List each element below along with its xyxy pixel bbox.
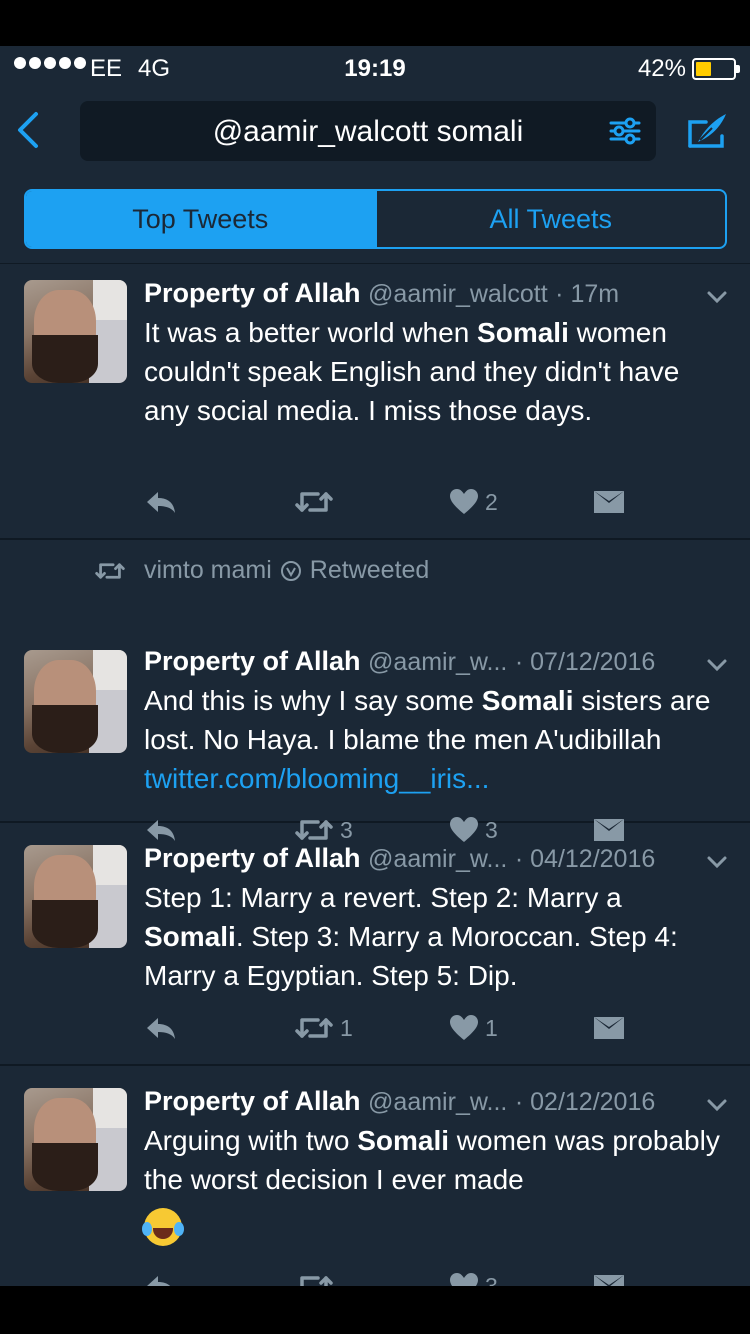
reply-icon <box>147 1018 175 1039</box>
retweet-button[interactable]: 1 <box>294 1008 353 1048</box>
author-name[interactable]: Property of Allah <box>144 278 361 308</box>
tweet-time: · 07/12/2016 <box>514 648 656 676</box>
heart-icon <box>450 489 478 514</box>
sliders-icon[interactable] <box>608 115 642 147</box>
reply-button[interactable] <box>144 1008 178 1048</box>
tears-of-joy-emoji-icon <box>142 1208 184 1246</box>
like-count: 2 <box>485 488 498 515</box>
author-name[interactable]: Property of Allah <box>144 843 361 873</box>
like-button[interactable]: 1 <box>449 1008 498 1048</box>
tweet-card[interactable]: vimto mami Retweeted Property of Allah @… <box>0 540 750 843</box>
tab-top-tweets[interactable]: Top Tweets <box>26 191 375 247</box>
tweet-actions: 1 1 <box>144 1008 644 1048</box>
author-handle[interactable]: @aamir_w... <box>368 648 507 676</box>
direct-message-icon <box>594 491 624 513</box>
verified-circle-icon <box>280 560 301 581</box>
tweet-header: Property of Allah @aamir_w... · 04/12/20… <box>144 843 655 874</box>
tweet-time: · 04/12/2016 <box>514 845 656 873</box>
direct-message-icon <box>594 1275 624 1286</box>
like-button[interactable]: 2 <box>449 482 498 522</box>
retweet-icon <box>300 1276 333 1286</box>
tab-all-tweets[interactable]: All Tweets <box>374 191 726 247</box>
bottom-letterbox <box>0 1286 750 1334</box>
search-input[interactable]: @aamir_walcott somali <box>80 101 656 161</box>
direct-message-button[interactable] <box>593 1266 625 1286</box>
like-button[interactable]: 3 <box>449 1266 498 1286</box>
direct-message-button[interactable] <box>593 482 625 522</box>
compose-tweet-icon[interactable] <box>684 110 730 152</box>
tweet-time: · 02/12/2016 <box>514 1088 656 1116</box>
twitter-search-screen: EE 4G 19:19 42% @aamir_walcott somali To… <box>0 46 750 1286</box>
direct-message-icon <box>594 1017 624 1039</box>
direct-message-button[interactable] <box>593 1008 625 1048</box>
tweet-header: Property of Allah @aamir_w... · 07/12/20… <box>144 646 655 677</box>
search-query-text: @aamir_walcott somali <box>212 115 524 148</box>
chevron-down-icon[interactable] <box>706 855 728 869</box>
retweet-attribution: vimto mami Retweeted <box>94 556 429 585</box>
avatar[interactable] <box>24 650 127 753</box>
tweet-card[interactable]: Property of Allah @aamir_w... · 02/12/20… <box>0 1066 750 1286</box>
retweet-count: 1 <box>340 1014 353 1041</box>
retweeter-name[interactable]: vimto mami <box>144 556 272 585</box>
author-handle[interactable]: @aamir_walcott <box>368 280 548 308</box>
tweet-text: And this is why I say some Somali sister… <box>144 685 711 794</box>
top-letterbox <box>0 0 750 46</box>
author-handle[interactable]: @aamir_w... <box>368 1088 507 1116</box>
tweet-link[interactable]: twitter.com/blooming__iris... <box>144 763 489 794</box>
chevron-down-icon[interactable] <box>706 290 728 304</box>
retweet-button[interactable] <box>294 1266 340 1286</box>
tweet-header: Property of Allah @aamir_w... · 02/12/20… <box>144 1086 655 1117</box>
tweet-text: Arguing with two Somali women was probab… <box>144 1125 720 1195</box>
author-handle[interactable]: @aamir_w... <box>368 845 507 873</box>
author-name[interactable]: Property of Allah <box>144 646 361 676</box>
avatar[interactable] <box>24 280 127 383</box>
heart-icon <box>450 1273 478 1286</box>
status-bar: EE 4G 19:19 42% <box>0 46 750 92</box>
author-name[interactable]: Property of Allah <box>144 1086 361 1116</box>
tweet-text: Step 1: Marry a revert. Step 2: Marry a … <box>144 882 678 991</box>
tweet-card[interactable]: Property of Allah @aamir_w... · 04/12/20… <box>0 823 750 1066</box>
retweet-icon <box>95 562 125 579</box>
chevron-left-icon[interactable] <box>14 110 44 150</box>
tweet-filter-tabs: Top Tweets All Tweets <box>24 189 727 249</box>
like-count: 1 <box>485 1014 498 1041</box>
battery-icon <box>692 58 740 80</box>
tweet-text: It was a better world when Somali women … <box>144 317 680 426</box>
battery-percent: 42% <box>637 55 686 82</box>
reply-button[interactable] <box>144 1266 178 1286</box>
retweet-button[interactable] <box>294 482 340 522</box>
like-count: 3 <box>485 1272 498 1287</box>
avatar[interactable] <box>24 1088 127 1191</box>
reply-button[interactable] <box>144 482 178 522</box>
retweeted-label: Retweeted <box>309 556 430 584</box>
reply-icon <box>147 1276 171 1286</box>
retweet-icon <box>295 492 333 512</box>
heart-icon <box>450 1015 478 1040</box>
tweet-header: Property of Allah @aamir_walcott · 17m <box>144 278 619 309</box>
tweet-time: · 17m <box>555 280 620 308</box>
retweet-icon <box>295 1018 333 1038</box>
chevron-down-icon[interactable] <box>706 658 728 672</box>
tweet-actions: 3 <box>144 1266 644 1286</box>
avatar[interactable] <box>24 845 127 948</box>
chevron-down-icon[interactable] <box>706 1098 728 1112</box>
tweet-actions: 2 <box>144 482 644 522</box>
reply-icon <box>147 492 175 513</box>
tweet-card[interactable]: Property of Allah @aamir_walcott · 17m I… <box>0 264 750 540</box>
